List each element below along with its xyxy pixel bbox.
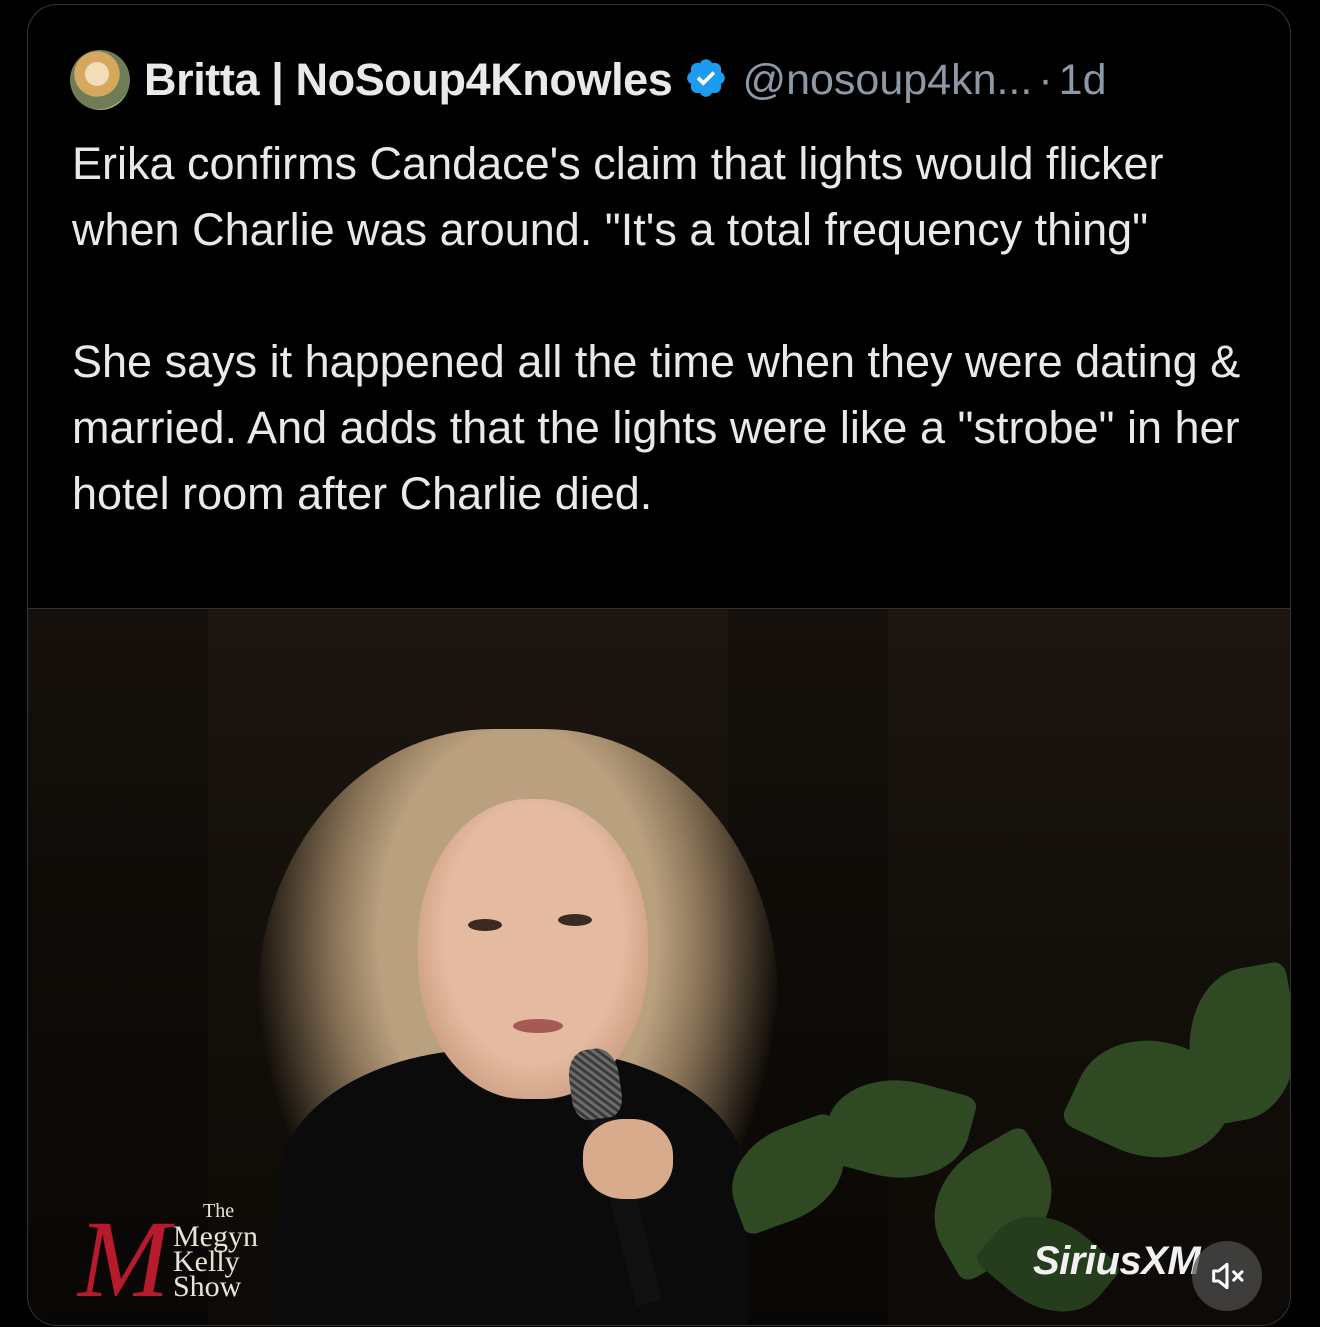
speaker-muted-icon [1212,1262,1244,1290]
separator-dot: · [1038,55,1053,104]
author-handle[interactable]: @nosoup4kn... [742,56,1032,105]
eye [558,914,592,926]
siriusxm-watermark: SiriusXM [1033,1239,1201,1283]
video-person-hand [583,1119,673,1199]
video-person-face [418,799,648,1099]
video-player[interactable]: M The Megyn Kelly Show SiriusXM [28,609,1290,1325]
tweet-paragraph-2: She says it happened all the time when t… [72,336,1241,519]
mute-button[interactable] [1192,1241,1262,1311]
verified-badge-icon[interactable] [684,56,728,105]
logo-text: The Megyn Kelly Show [173,1199,258,1303]
mouth [513,1019,563,1033]
logo-monogram: M [78,1198,170,1320]
author-name[interactable]: Britta | NoSoup4Knowles [144,54,673,106]
megyn-kelly-show-logo: M The Megyn Kelly Show [78,1198,338,1320]
tweet-card[interactable]: Britta | NoSoup4Knowles @nosoup4kn... · … [27,4,1291,1326]
logo-line-3: Show [173,1270,242,1303]
eye [468,919,502,931]
tweet-paragraph-1: Erika confirms Candace's claim that ligh… [72,138,1164,255]
tweet-text: Erika confirms Candace's claim that ligh… [72,131,1262,527]
timestamp[interactable]: 1d [1059,56,1107,105]
tweet-header: Britta | NoSoup4Knowles @nosoup4kn... · … [70,45,1107,115]
avatar[interactable] [70,50,130,110]
